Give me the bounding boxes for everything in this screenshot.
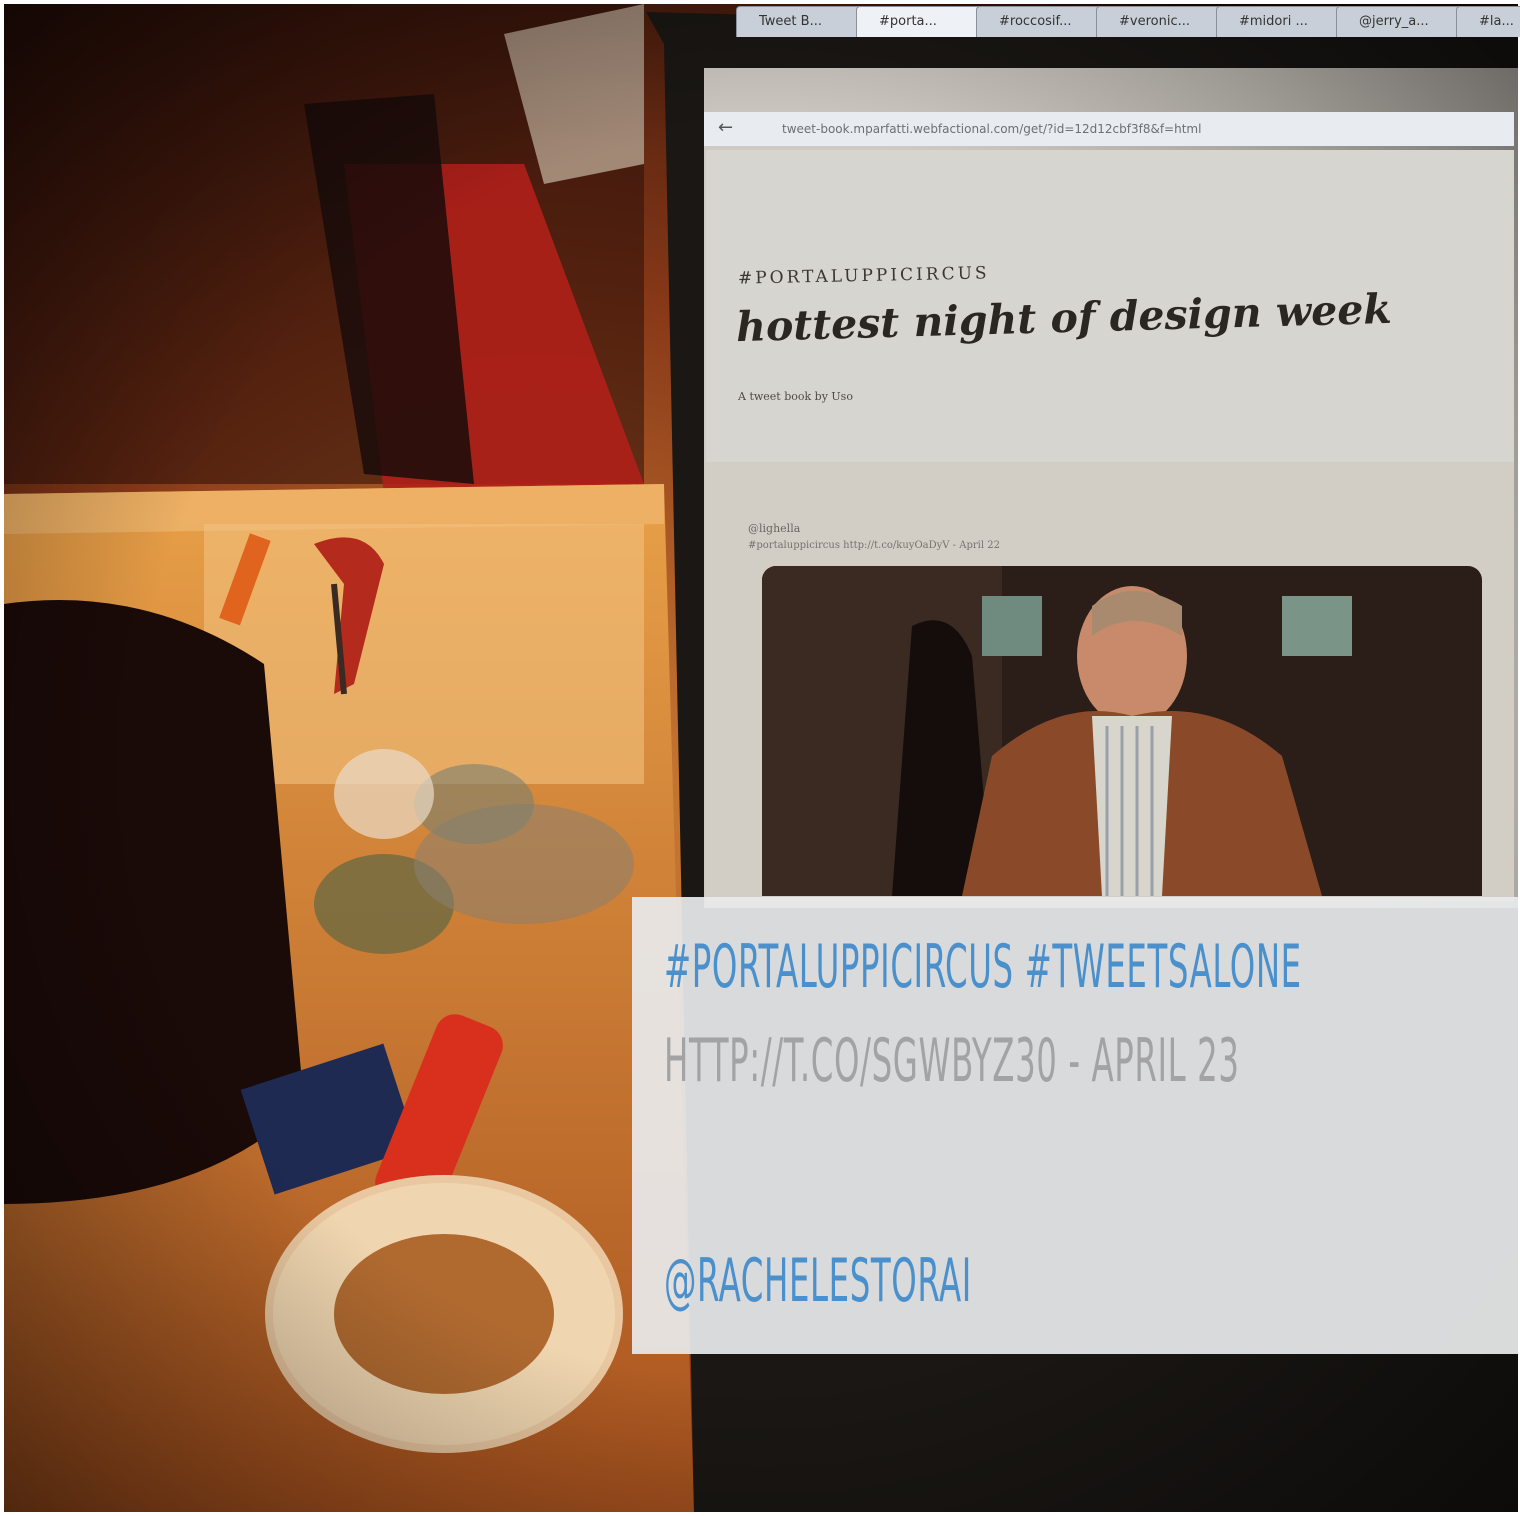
browser-tab[interactable]: #veronic... xyxy=(1096,6,1230,37)
address-bar[interactable]: tweet-book.mparfatti.webfactional.com/ge… xyxy=(704,112,1514,146)
browser-tab[interactable]: @jerry_a... xyxy=(1336,6,1470,37)
tweet-photo xyxy=(762,566,1482,896)
tweet-photo-image xyxy=(762,566,1482,896)
browser-tab-bar xyxy=(708,72,1518,116)
browser-tab[interactable]: Tweet B... xyxy=(736,6,870,37)
caption-hashtags: #PORTALUPPICIRCUS #TWEETSALONE xyxy=(664,932,1302,1002)
page-byline: A tweet book by Uso xyxy=(738,390,853,403)
browser-tab[interactable]: #midori ... xyxy=(1216,6,1350,37)
browser-tab[interactable]: #roccosif... xyxy=(976,6,1110,37)
tweet-text: #portaluppicircus http://t.co/kuyOaDyV -… xyxy=(748,540,1000,551)
browser-tab-active[interactable]: #porta... xyxy=(856,6,990,37)
caption-link[interactable]: HTTP://T.CO/SGWBYZ30 - APRIL 23 xyxy=(664,1026,1240,1096)
browser-tab[interactable]: #la... xyxy=(1456,6,1520,37)
tweet-username[interactable]: @lighella xyxy=(748,522,800,535)
caption-username[interactable]: @RACHELESTORAI xyxy=(664,1246,972,1316)
back-arrow-icon[interactable]: ← xyxy=(718,118,738,138)
